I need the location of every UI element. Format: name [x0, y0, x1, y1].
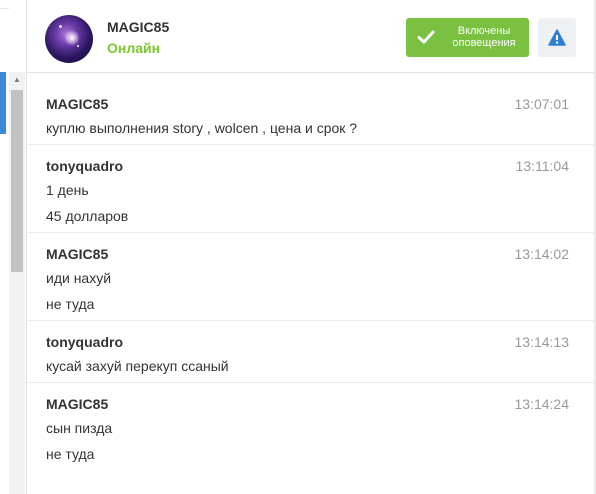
notifications-toggle-label: Включены оповещения	[444, 25, 524, 49]
notifications-label-line2: оповещения	[452, 37, 516, 49]
message-text: не туда	[46, 446, 95, 462]
message-divider	[27, 144, 594, 145]
message-divider	[27, 232, 594, 233]
scroll-up-arrow-icon[interactable]: ▲	[9, 72, 25, 88]
avatar-spark	[59, 25, 62, 28]
message-author[interactable]: tonyquadro	[46, 158, 123, 174]
message-divider	[27, 320, 594, 321]
message-time: 13:14:24	[514, 396, 570, 412]
chat-header: MAGIC85 Онлайн Включены оповещения	[27, 0, 594, 73]
selected-conversation-indicator[interactable]	[0, 72, 6, 134]
list-scrollbar-thumb[interactable]	[11, 90, 23, 272]
report-button[interactable]	[538, 18, 576, 57]
avatar-spark	[77, 45, 79, 47]
message-text: не туда	[46, 296, 95, 312]
message-list: MAGIC85 13:07:01 куплю выполнения story …	[27, 73, 594, 494]
message-text: 1 день	[46, 182, 89, 198]
message-divider	[27, 382, 594, 383]
list-divider	[0, 8, 9, 9]
notifications-toggle-button[interactable]: Включены оповещения	[406, 18, 529, 57]
message-author[interactable]: MAGIC85	[46, 96, 108, 112]
message-time: 13:07:01	[514, 96, 570, 112]
conversation-list-panel: ▲	[0, 0, 27, 494]
message-text: иди нахуй	[46, 270, 112, 286]
message-time: 13:14:02	[514, 246, 570, 262]
message-text: куплю выполнения story , wolcen , цена и…	[46, 120, 358, 136]
message-author[interactable]: MAGIC85	[46, 396, 108, 412]
message-text: 45 долларов	[46, 208, 129, 224]
notifications-label-line1: Включены	[457, 25, 511, 37]
chat-window: ▲ MAGIC85 Онлайн Включены оповещения MAG…	[0, 0, 596, 494]
contact-status: Онлайн	[107, 40, 161, 56]
contact-name[interactable]: MAGIC85	[107, 19, 169, 35]
message-author[interactable]: tonyquadro	[46, 334, 123, 350]
check-icon	[417, 30, 435, 44]
warning-icon	[548, 29, 566, 46]
message-text: кусай захуй перекуп ссаный	[46, 358, 229, 374]
message-time: 13:14:13	[514, 334, 570, 350]
message-text: сын пизда	[46, 420, 113, 436]
message-time: 13:11:04	[515, 158, 569, 174]
message-author[interactable]: MAGIC85	[46, 246, 108, 262]
avatar[interactable]	[45, 15, 93, 63]
